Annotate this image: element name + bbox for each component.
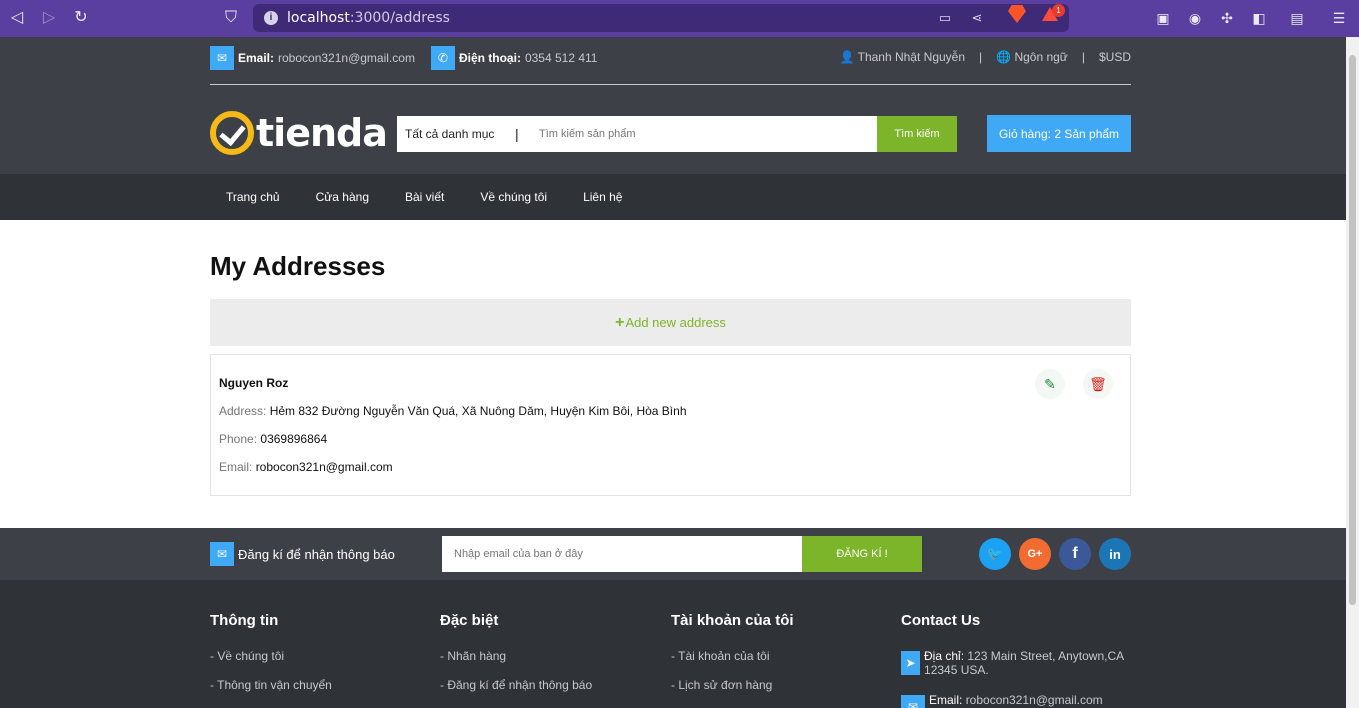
footer-heading: Tài khoản của tôi <box>671 612 794 629</box>
envelope-icon: ✉ <box>210 46 234 70</box>
bookmark-icon[interactable]: ⛉ <box>222 9 240 27</box>
header-divider <box>210 84 1131 85</box>
address-email: Email: robocon321n@gmail.com <box>219 460 393 474</box>
search-button[interactable]: Tìm kiếm <box>877 116 957 152</box>
logo-text: tienda <box>256 111 388 155</box>
phone-value: 0354 512 411 <box>524 51 598 65</box>
footer-special-column: Đặc biệt - Nhãn hàng - Đăng kí để nhận t… <box>440 612 592 707</box>
menu-icon[interactable]: ☰ <box>1330 9 1348 27</box>
facebook-icon[interactable]: f <box>1059 538 1091 570</box>
address-line: Address: Hẻm 832 Đường Nguyễn Văn Quá, X… <box>219 404 687 418</box>
language-selector[interactable]: 🌐 Ngôn ngữ <box>996 50 1068 64</box>
dollar-icon: $ <box>1098 50 1106 64</box>
footer-contact-column: Contact Us ➤ Địa chỉ: 123 Main Street, A… <box>901 612 1136 708</box>
address-name: Nguyen Roz <box>219 376 289 390</box>
edit-icon[interactable]: ✎ <box>1035 369 1065 399</box>
footer-link[interactable]: - Về chúng tôi <box>210 649 332 663</box>
newsletter-bar: ✉ Đăng kí để nhận thông báo ĐĂNG KÍ ! 🐦 … <box>0 528 1346 580</box>
search-input[interactable] <box>527 116 877 152</box>
envelope-icon: ✉ <box>901 695 925 708</box>
page-scrollbar[interactable] <box>1346 37 1359 708</box>
wallet-icon[interactable]: ▤ <box>1288 9 1306 27</box>
currency-selector[interactable]: $USD <box>1099 50 1131 64</box>
address-bar[interactable]: i localhost:3000/address ▭ ⋖ <box>253 4 1069 32</box>
globe-icon: 🌐 <box>996 50 1012 64</box>
footer-link[interactable]: - Nhãn hàng <box>440 649 592 663</box>
nav-item-about[interactable]: Về chúng tôi <box>464 190 563 204</box>
logo-check-icon <box>210 111 254 155</box>
address-phone: Phone: 0369896864 <box>219 432 328 446</box>
forward-icon[interactable]: ▷ <box>40 9 58 27</box>
twitter-icon[interactable]: 🐦 <box>979 538 1011 570</box>
site-logo[interactable]: tienda <box>210 107 388 159</box>
linkedin-icon[interactable]: in <box>1099 538 1131 570</box>
newsletter-email-input[interactable] <box>442 536 802 572</box>
page-title: My Addresses <box>210 251 386 281</box>
footer-link[interactable]: - Thông tin vận chuyển <box>210 678 332 692</box>
sidebar-icon[interactable]: ◧ <box>1250 9 1268 27</box>
add-address-button[interactable]: + Add new address <box>210 299 1131 346</box>
site-footer: Thông tin - Về chúng tôi - Thông tin vận… <box>0 580 1346 708</box>
search-divider: | <box>515 126 519 142</box>
footer-email: ✉ Email: robocon321n@gmail.com <box>901 693 1136 708</box>
extensions-puzzle-icon[interactable]: ✣ <box>1218 9 1236 27</box>
address-card: Nguyen Roz Address: Hẻm 832 Đường Nguyễn… <box>210 354 1131 496</box>
nav-item-contact[interactable]: Liên hệ <box>567 190 638 204</box>
email-label: Email: <box>238 51 275 65</box>
envelope-icon: ✉ <box>210 542 234 566</box>
user-account-link[interactable]: 👤 Thanh Nhật Nguyễn <box>840 50 965 64</box>
footer-heading: Contact Us <box>901 612 981 629</box>
footer-account-column: Tài khoản của tôi - Tài khoản của tôi - … <box>671 612 794 707</box>
back-icon[interactable]: ◁ <box>8 9 26 27</box>
search-bar: Tất cả danh mục | Tìm kiếm <box>397 116 957 152</box>
separator: | <box>979 50 983 64</box>
cart-button[interactable]: Giỏ hàng: 2 Sản phẩm <box>987 115 1131 152</box>
google-plus-icon[interactable]: G+ <box>1019 538 1051 570</box>
footer-heading: Đặc biệt <box>440 612 499 629</box>
add-address-label: Add new address <box>625 315 726 330</box>
email-value[interactable]: robocon321n@gmail.com <box>278 51 415 65</box>
footer-link[interactable]: - Lịch sử đơn hàng <box>671 678 794 692</box>
share-icon[interactable]: ⋖ <box>969 10 985 26</box>
nav-item-home[interactable]: Trang chủ <box>210 190 296 204</box>
scrollbar-thumb[interactable] <box>1349 55 1356 605</box>
footer-address: ➤ Địa chỉ: 123 Main Street, Anytown,CA 1… <box>901 649 1136 677</box>
contact-info: ✉ Email: robocon321n@gmail.com ✆ Điện th… <box>210 46 598 70</box>
user-menu: 👤 Thanh Nhật Nguyễn | 🌐 Ngôn ngữ | $USD <box>840 50 1131 64</box>
browser-toolbar: ◁ ▷ ↻ ⛉ i localhost:3000/address ▭ ⋖ 1 ▣… <box>0 0 1359 37</box>
nav-item-blog[interactable]: Bài viết <box>389 190 460 204</box>
url-text[interactable]: localhost:3000/address <box>287 10 450 26</box>
footer-link[interactable]: - Tài khoản của tôi <box>671 649 794 663</box>
extension-icon[interactable]: ◉ <box>1186 9 1204 27</box>
nav-item-shop[interactable]: Cửa hàng <box>300 190 385 204</box>
main-nav: Trang chủ Cửa hàng Bài viết Về chúng tôi… <box>0 174 1346 220</box>
footer-heading: Thông tin <box>210 612 279 629</box>
rewards-badge: 1 <box>1052 4 1065 17</box>
plus-icon: + <box>615 313 625 331</box>
separator: | <box>1081 50 1085 64</box>
translate-extension-icon[interactable]: ▣ <box>1154 9 1172 27</box>
site-info-icon[interactable]: i <box>264 11 278 25</box>
site-header: ✉ Email: robocon321n@gmail.com ✆ Điện th… <box>0 37 1346 174</box>
reload-icon[interactable]: ↻ <box>72 9 90 27</box>
user-icon: 👤 <box>839 50 855 64</box>
location-arrow-icon: ➤ <box>901 651 921 675</box>
footer-link[interactable]: - Đăng kí để nhận thông báo <box>440 678 592 692</box>
newsletter-label: Đăng kí để nhận thông báo <box>238 546 395 562</box>
phone-label: Điện thoại: <box>458 51 521 65</box>
phone-icon: ✆ <box>430 46 455 70</box>
subscribe-button[interactable]: ĐĂNG KÍ ! <box>802 536 922 572</box>
footer-info-column: Thông tin - Về chúng tôi - Thông tin vận… <box>210 612 332 707</box>
cast-icon[interactable]: ▭ <box>937 10 953 26</box>
trash-icon[interactable]: 🗑 <box>1083 369 1113 399</box>
category-select[interactable]: Tất cả danh mục <box>397 127 515 141</box>
